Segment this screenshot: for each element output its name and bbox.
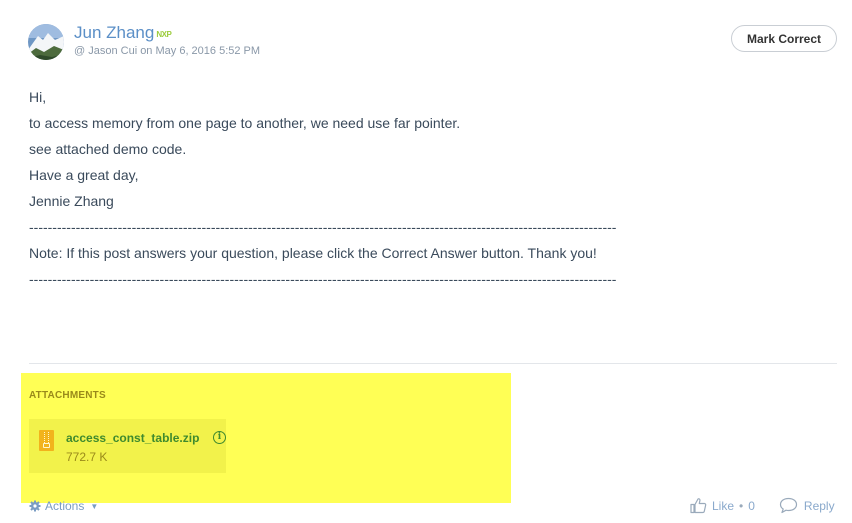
avatar[interactable] [28,24,64,60]
body-line: Note: If this post answers your question… [29,245,597,261]
like-separator: • [739,498,744,513]
thumbs-up-icon[interactable] [690,497,707,514]
actions-label: Actions [45,499,85,513]
gear-icon [29,500,41,512]
nxp-badge-icon: NXP [156,29,172,39]
author-name-link[interactable]: Jun Zhang [74,22,154,44]
body-line: Jennie Zhang [29,193,114,209]
attachments-title: ATTACHMENTS [29,390,106,401]
like-button[interactable]: Like [712,499,734,513]
post-body: Hi, to access memory from one page to an… [29,84,649,292]
body-line: to access memory from one page to anothe… [29,115,461,131]
attachment-card: access_const_table.zip i 772.7 K [29,419,226,473]
zip-file-icon [39,430,54,451]
reply-info: @ Jason Cui on May 6, 2016 5:52 PM [74,45,261,57]
actions-menu[interactable]: Actions ▼ [29,499,98,513]
attachment-size: 772.7 K [66,450,108,464]
reply-button[interactable]: Reply [779,497,835,514]
post-footer-actions: Like • 0 Reply [690,497,835,514]
attachment-link[interactable]: access_const_table.zip [66,431,199,445]
separator-line: ----------------------------------------… [29,219,617,235]
divider [29,363,837,364]
speech-bubble-icon [779,497,798,514]
attachments-panel: ATTACHMENTS access_const_table.zip i 772… [21,373,511,503]
body-line: Hi, [29,89,47,105]
chevron-down-icon: ▼ [90,501,99,511]
separator-line: ----------------------------------------… [29,271,617,287]
mark-correct-button[interactable]: Mark Correct [731,25,837,52]
body-line: Have a great day, [29,167,139,183]
post-header: Jun Zhang NXP @ Jason Cui on May 6, 2016… [28,22,260,64]
author-meta: Jun Zhang NXP @ Jason Cui on May 6, 2016… [74,22,260,57]
like-count[interactable]: 0 [748,499,755,513]
body-line: see attached demo code. [29,141,187,157]
reply-label: Reply [803,498,835,513]
info-icon[interactable]: i [213,431,226,444]
